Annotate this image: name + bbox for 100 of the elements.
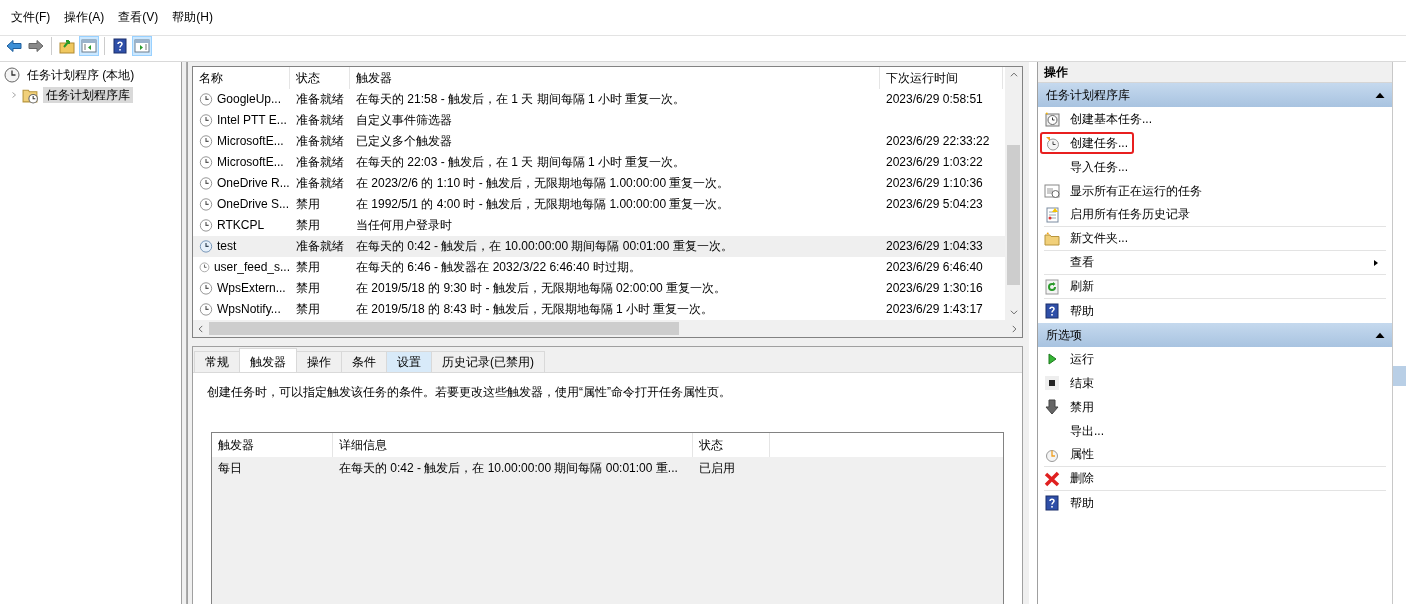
refresh-icon (1044, 278, 1060, 295)
action-label: 创建基本任务... (1070, 111, 1152, 127)
action-item[interactable]: 刷新 (1044, 275, 1386, 299)
document-icon (1044, 206, 1060, 223)
task-name: RTKCPL (217, 218, 265, 233)
task-trigger: 在每天的 0:42 - 触发后，在 10.00:00:00 期间每隔 00:01:00 重复一次。 (356, 239, 733, 254)
action-item[interactable]: 帮助 (1044, 491, 1386, 515)
tree-item[interactable]: 任务计划程序库 (43, 86, 133, 104)
column-header[interactable]: 下次运行时间 (880, 67, 1003, 89)
action-label: 运行 (1070, 351, 1094, 367)
task-row[interactable]: WpsExtern... 禁用 在 2019/5/18 的 9:30 时 - 触发后，无限期地每隔 02:00:00 重复一次。 2023/6/29 1:30:16 (193, 278, 1005, 299)
tree-item[interactable]: 任务计划程序 (本地) (24, 66, 138, 84)
trigger-type: 每日 (218, 460, 242, 475)
action-item[interactable]: 属性 (1044, 443, 1386, 467)
column-header[interactable]: 触发器 (350, 67, 880, 89)
action-item[interactable]: 导出... (1044, 419, 1386, 443)
task-status: 准备就绪 (296, 92, 344, 107)
next-run-time: 2023/6/29 22:33:22 (886, 134, 990, 149)
vertical-scrollbar[interactable] (1005, 67, 1022, 320)
task-row[interactable]: OneDrive S... 禁用 在 1992/5/1 的 4:00 时 - 触发后，无限期地每隔 1.00:00:00 重复一次。 2023/6/29 5:04:23 (193, 194, 1005, 215)
tab[interactable]: 常规 (194, 351, 240, 373)
help-icon (1044, 303, 1060, 319)
panel-button[interactable] (79, 35, 99, 56)
clock-icon (1044, 111, 1060, 127)
action-label: 查看 (1070, 255, 1094, 270)
action-item[interactable]: 结束 (1044, 371, 1386, 395)
task-name: GoogleUp... (217, 92, 282, 107)
task-row[interactable]: test 准备就绪 在每天的 0:42 - 触发后，在 10.00:00:00 期间每隔 00:01:00 重复一次。 2023/6/29 1:04:33 (193, 236, 1005, 257)
section-title: 所选项 (1046, 327, 1082, 343)
panel-icon (134, 37, 150, 54)
column-header[interactable]: 触发器 (212, 432, 333, 457)
task-trigger: 在 2019/5/18 的 9:30 时 - 触发后，无限期地每隔 02:00:00 重复一次。 (356, 281, 727, 296)
description-text: 创建任务时，可以指定触发该任务的条件。若要更改这些触发器，使用“属性”命令打开任务属性页。 (206, 384, 732, 400)
action-label: 删除 (1070, 471, 1094, 486)
task-row[interactable]: MicrosoftE... 准备就绪 在每天的 22:03 - 触发后，在 1 天 期间每隔 1 小时 重复一次。 2023/6/29 1:03:22 (193, 152, 1005, 173)
menu-item[interactable]: 操作(A) (57, 8, 112, 27)
task-name: WpsNotify... (217, 302, 281, 317)
stop-icon (1044, 375, 1060, 391)
column-header[interactable]: 名称 (193, 67, 290, 89)
action-item[interactable]: 运行 (1044, 347, 1386, 371)
task-trigger: 在 2023/2/6 的 1:10 时 - 触发后，无限期地每隔 1.00:00:00 重复一次。 (356, 176, 730, 191)
task-name: OneDrive R... (217, 176, 290, 191)
action-label: 帮助 (1070, 303, 1094, 319)
action-label: 启用所有任务历史记录 (1070, 207, 1190, 222)
task-row[interactable]: RTKCPL 禁用 当任何用户登录时 (193, 215, 1005, 236)
section-header[interactable]: 所选项 (1038, 323, 1392, 347)
task-trigger: 自定义事件筛选器 (356, 113, 452, 128)
horizontal-scrollbar[interactable] (193, 320, 1022, 337)
clock-icon (199, 134, 213, 149)
menu-item[interactable]: 帮助(H) (165, 8, 220, 27)
column-header[interactable]: 详细信息 (333, 432, 693, 457)
clock-icon (199, 176, 213, 191)
task-name: test (217, 239, 237, 254)
action-item[interactable]: 显示所有正在运行的任务 (1044, 179, 1386, 203)
clock-icon (199, 197, 213, 212)
action-item[interactable]: 删除 (1044, 467, 1386, 491)
column-header[interactable]: 状态 (693, 432, 770, 457)
column-header[interactable]: 状态 (290, 67, 350, 89)
action-item[interactable]: 禁用 (1044, 395, 1386, 419)
task-name: MicrosoftE... (217, 134, 284, 149)
section-header[interactable]: 任务计划程序库 (1038, 83, 1392, 107)
clock-icon (199, 239, 213, 254)
action-label: 新文件夹... (1070, 231, 1128, 246)
forward-arrow-icon (28, 37, 44, 54)
clock-icon (199, 92, 213, 107)
action-item[interactable]: 启用所有任务历史记录 (1044, 203, 1386, 227)
window-clock-icon (1044, 183, 1060, 199)
task-row[interactable]: MicrosoftE... 准备就绪 已定义多个触发器 2023/6/29 22:33:22 (193, 131, 1005, 152)
task-name: OneDrive S... (217, 197, 290, 212)
task-status: 禁用 (296, 281, 320, 296)
task-trigger: 在 1992/5/1 的 4:00 时 - 触发后，无限期地每隔 1.00:00:00 重复一次。 (356, 197, 730, 212)
next-run-time: 2023/6/29 1:43:17 (886, 302, 983, 317)
action-item[interactable]: 导入任务... (1044, 155, 1386, 179)
chevron-icon[interactable] (10, 90, 18, 100)
clock-icon (199, 218, 213, 233)
task-row[interactable]: Intel PTT E... 准备就绪 自定义事件筛选器 (193, 110, 1005, 131)
menu-item[interactable]: 文件(F) (4, 8, 58, 27)
task-status: 禁用 (296, 302, 320, 317)
tab[interactable]: 历史记录(已禁用) (431, 351, 545, 373)
action-item[interactable]: 创建基本任务... (1044, 107, 1386, 131)
next-run-time: 2023/6/29 1:04:33 (886, 239, 983, 254)
task-status: 准备就绪 (296, 239, 344, 254)
menu-item[interactable]: 查看(V) (111, 8, 166, 27)
action-item[interactable]: 帮助 (1044, 299, 1386, 323)
tab[interactable]: 设置 (386, 351, 432, 373)
task-row[interactable]: OneDrive R... 准备就绪 在 2023/2/6 的 1:10 时 - 触发后，无限期地每隔 1.00:00:00 重复一次。 2023/6/29 1:10:36 (193, 173, 1005, 194)
next-run-time: 2023/6/29 1:10:36 (886, 176, 983, 191)
action-item[interactable]: 新文件夹... (1044, 227, 1386, 251)
tab[interactable]: 触发器 (239, 348, 297, 373)
action-item[interactable]: 查看 (1044, 251, 1386, 275)
action-item[interactable]: 创建任务... (1044, 131, 1386, 155)
task-row[interactable]: WpsNotify... 禁用 在 2019/5/18 的 8:43 时 - 触发后，无限期地每隔 1 小时 重复一次。 2023/6/29 1:43:17 (193, 299, 1005, 320)
delete-icon (1044, 470, 1060, 487)
task-row[interactable]: GoogleUp... 准备就绪 在每天的 21:58 - 触发后，在 1 天 期间每隔 1 小时 重复一次。 2023/6/29 0:58:51 (193, 89, 1005, 110)
task-status: 准备就绪 (296, 155, 344, 170)
next-run-time: 2023/6/29 0:58:51 (886, 92, 983, 107)
task-name: WpsExtern... (217, 281, 286, 296)
task-status: 禁用 (296, 197, 320, 212)
task-row[interactable]: user_feed_s... 禁用 在每天的 6:46 - 触发器在 2032/3/22 6:46:40 时过期。 2023/6/29 6:46:40 (193, 257, 1005, 278)
help-button[interactable] (110, 35, 130, 56)
